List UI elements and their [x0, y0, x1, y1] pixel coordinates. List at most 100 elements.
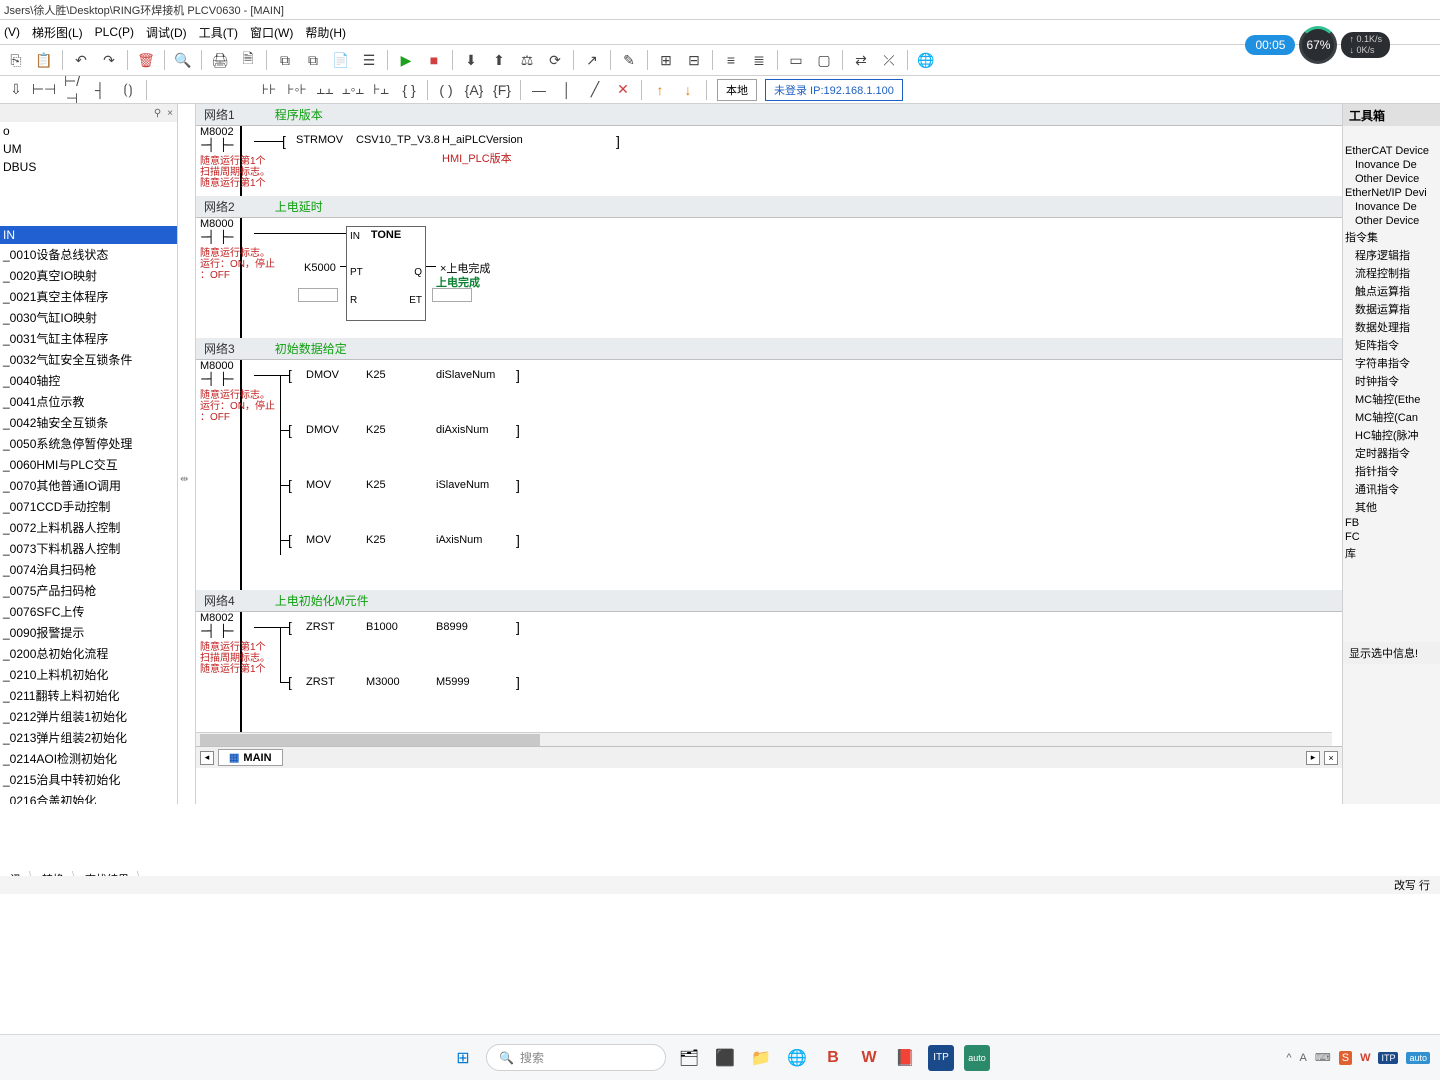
menu-tools[interactable]: 工具(T) [199, 24, 238, 41]
taskview-icon[interactable]: 🗂 [676, 1045, 702, 1071]
ld-branch-icon[interactable]: ┤ [88, 78, 112, 102]
tree-item[interactable]: _0214AOI检测初始化 [0, 748, 177, 769]
app-b-icon[interactable]: B [820, 1045, 846, 1071]
tool-group[interactable]: FB [1343, 516, 1440, 530]
download-icon[interactable]: ⬇ [459, 48, 483, 72]
tab-close-icon[interactable]: × [1324, 751, 1338, 765]
ld-coil-icon[interactable]: ⟮⟯ [116, 78, 140, 102]
network-body[interactable]: 88 M8000 ─┤ ├─ 随意运行标志。 运行：ON，停止 ：OFF TON… [196, 218, 1342, 338]
ld-vline-icon[interactable]: │ [555, 78, 579, 102]
tab-scroll-left-icon[interactable]: ◂ [200, 751, 214, 765]
network-header[interactable]: 网络4 上电初始化M元件 [196, 590, 1342, 612]
tray-icon[interactable]: auto [1406, 1052, 1430, 1064]
ld-paren-icon[interactable]: ( ) [434, 78, 458, 102]
cursor-icon[interactable]: ↗ [580, 48, 604, 72]
tool-item[interactable]: Inovance De [1343, 200, 1440, 214]
auto-icon[interactable]: auto [964, 1045, 990, 1071]
hud-cpu-ring[interactable]: 67% [1299, 26, 1337, 64]
upload-icon[interactable]: ⬆ [487, 48, 511, 72]
taskbar-search[interactable]: 🔍 搜索 [486, 1044, 666, 1071]
tree-item[interactable]: _0075产品扫码枪 [0, 580, 177, 601]
tree-item[interactable]: _0211翻转上料初始化 [0, 685, 177, 706]
tree-item[interactable]: DBUS [0, 158, 177, 176]
tree-item[interactable]: _0074治具扫码枪 [0, 559, 177, 580]
scrollbar-thumb[interactable] [200, 734, 540, 746]
net-icon[interactable]: 🌐 [914, 48, 938, 72]
tool-item[interactable]: 字符串指令 [1343, 354, 1440, 372]
tree-item[interactable]: _0050系统急停暂停处理 [0, 433, 177, 454]
ld-a-icon[interactable]: {A} [462, 78, 486, 102]
hud-network[interactable]: ↑ 0.1K/s ↓ 0K/s [1341, 32, 1390, 58]
menu-ladder[interactable]: 梯形图(L) [32, 24, 83, 41]
explorer-icon[interactable]: 📁 [748, 1045, 774, 1071]
tray-icon[interactable]: A [1299, 1052, 1306, 1064]
word-icon[interactable]: 📕 [892, 1045, 918, 1071]
tree-item[interactable]: _0071CCD手动控制 [0, 496, 177, 517]
tree-item[interactable]: _0010设备总线状态 [0, 244, 177, 265]
refresh-icon[interactable]: ⟳ [543, 48, 567, 72]
tree-item[interactable]: UM [0, 140, 177, 158]
box1-icon[interactable]: ▭ [784, 48, 808, 72]
ld-down2-icon[interactable]: ↓ [676, 78, 700, 102]
input-box[interactable] [298, 288, 338, 302]
ld-diag-icon[interactable]: ╱ [583, 78, 607, 102]
tool-group[interactable]: EtherNet/IP Devi [1343, 186, 1440, 200]
tree-item[interactable]: _0212弹片组装1初始化 [0, 706, 177, 727]
output-box[interactable] [432, 288, 472, 302]
menu-window[interactable]: 窗口(W) [250, 24, 293, 41]
ld-tool5-icon[interactable]: ⊦⫠ [369, 78, 393, 102]
tree-item[interactable]: _0213弹片组装2初始化 [0, 727, 177, 748]
start-icon[interactable]: ⊞ [450, 1045, 476, 1071]
tool-item[interactable]: 流程控制指 [1343, 264, 1440, 282]
ld-f-icon[interactable]: {F} [490, 78, 514, 102]
tool-item[interactable]: 触点运算指 [1343, 282, 1440, 300]
login-status[interactable]: 未登录 IP:192.168.1.100 [765, 79, 903, 101]
ld-tool3-icon[interactable]: ⫠⫠ [313, 78, 337, 102]
tool-item[interactable]: Other Device [1343, 214, 1440, 228]
tree-item[interactable]: _0070其他普通IO调用 [0, 475, 177, 496]
ld-param-icon[interactable]: { } [397, 78, 421, 102]
ld-up-icon[interactable]: ↑ [648, 78, 672, 102]
menu-debug[interactable]: 调试(D) [146, 24, 187, 41]
tree-item[interactable]: _0072上料机器人控制 [0, 517, 177, 538]
pin-icon[interactable]: ⚲ [154, 108, 161, 119]
window2-icon[interactable]: ⧉ [301, 48, 325, 72]
tool-group[interactable]: EtherCAT Device [1343, 144, 1440, 158]
ladder-contact[interactable]: M8002 ─┤ ├─ [200, 612, 234, 638]
ladder-contact[interactable]: M8000 ─┤ ├─ [200, 218, 234, 244]
tray-icon[interactable]: ITP [1378, 1052, 1398, 1064]
network-header[interactable]: 网络1 程序版本 [196, 104, 1342, 126]
compare-icon[interactable]: ⚖ [515, 48, 539, 72]
connect-icon[interactable]: ⇄ [849, 48, 873, 72]
tree-item[interactable]: _0073下料机器人控制 [0, 538, 177, 559]
network-body[interactable]: 16 M8002 ─┤ ├─ 随意运行第1个 扫描周期标志。 随意运行第1个 [… [196, 126, 1342, 196]
tree-item[interactable]: _0021真空主体程序 [0, 286, 177, 307]
network-header[interactable]: 网络3 初始数据给定 [196, 338, 1342, 360]
disconnect-icon[interactable]: ⤫ [877, 48, 901, 72]
tool-item[interactable]: 数据运算指 [1343, 300, 1440, 318]
tree-item[interactable]: _0031气缸主体程序 [0, 328, 177, 349]
tool-item[interactable]: Inovance De [1343, 158, 1440, 172]
tree-item[interactable]: _0200总初始化流程 [0, 643, 177, 664]
tree-item[interactable]: _0076SFC上传 [0, 601, 177, 622]
tab-scroll-right-icon[interactable]: ▸ [1306, 751, 1320, 765]
tool-group[interactable]: FC [1343, 530, 1440, 544]
tool-item[interactable]: 数据处理指 [1343, 318, 1440, 336]
tree-item[interactable]: _0216合盖初始化 [0, 790, 177, 804]
menu-view[interactable]: (V) [4, 25, 20, 39]
tree-item[interactable]: _0215治具中转初始化 [0, 769, 177, 790]
tool-item[interactable]: Other Device [1343, 172, 1440, 186]
tool-item[interactable]: HC轴控(脉冲 [1343, 426, 1440, 444]
tool-item[interactable]: 其他 [1343, 498, 1440, 516]
tray-chevron-icon[interactable]: ^ [1286, 1052, 1291, 1064]
edit-icon[interactable]: ✎ [617, 48, 641, 72]
ld-tool2-icon[interactable]: ⊦◦⊦ [285, 78, 309, 102]
mode-local[interactable]: 本地 [717, 79, 757, 101]
tree-item[interactable]: _0210上料机初始化 [0, 664, 177, 685]
insert-row-icon[interactable]: ⊞ [654, 48, 678, 72]
search-icon[interactable]: 🔍 [171, 48, 195, 72]
tool-item[interactable]: 通讯指令 [1343, 480, 1440, 498]
copy-icon[interactable]: ⎘ [4, 48, 28, 72]
function-block[interactable]: TONE IN PT R Q ET [346, 226, 426, 321]
network-body[interactable]: 139 M8002 ─┤ ├─ 随意运行第1个 扫描周期标志。 随意运行第1个 … [196, 612, 1342, 732]
